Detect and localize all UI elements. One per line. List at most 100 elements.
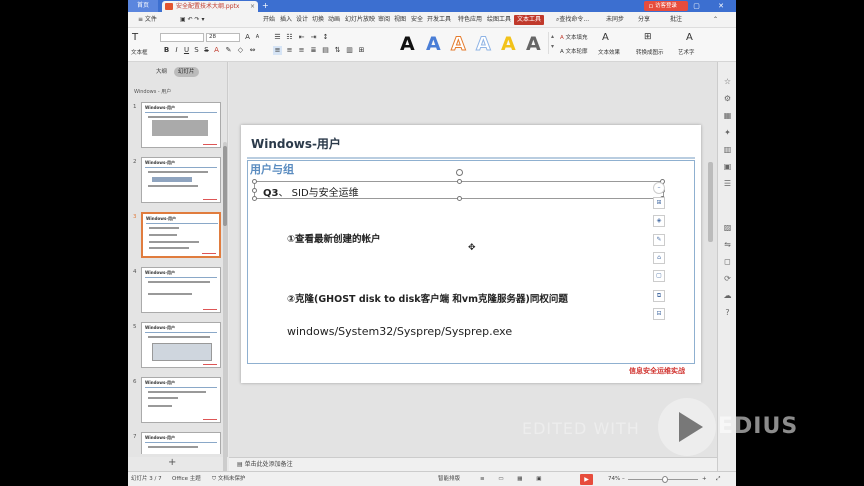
bullets-icon[interactable]: ☰ (273, 33, 282, 42)
wordart-button[interactable]: 艺术字 (678, 48, 695, 56)
underline-button[interactable]: U (182, 46, 191, 55)
menu-slideshow[interactable]: 幻灯片放映 (345, 12, 375, 28)
outline-section[interactable]: Windows - 用户 (134, 88, 171, 95)
menu-devtools[interactable]: 开发工具 (427, 12, 451, 28)
menu-text-tools[interactable]: 文本工具 (514, 15, 545, 25)
textbox-icon[interactable]: T (132, 32, 138, 43)
convert-diagram-button[interactable]: 转换成图示 (636, 48, 664, 56)
outline-icon[interactable]: ▢ (653, 270, 665, 282)
zoom-slider-knob[interactable] (662, 476, 668, 483)
menu-drawing-tools[interactable]: 绘图工具 (487, 12, 511, 28)
resize-handle[interactable] (457, 179, 462, 184)
content-placeholder[interactable]: 用户与组 Q3、 SID与安全运维 ①查看最新创建的帐户 ②克隆(GHOST d… (247, 160, 695, 364)
slide-thumbnail[interactable]: Windows-用户 (141, 267, 221, 313)
thumbnail-row-7[interactable]: 7 Windows-用户 (128, 432, 224, 454)
textbox-label[interactable]: 文本框 (131, 48, 148, 56)
slide-thumbnail[interactable]: Windows-用户 (141, 432, 221, 454)
menu-transition[interactable]: 切换 (312, 12, 324, 28)
new-tab-icon[interactable]: + (262, 0, 269, 12)
slide-3[interactable]: Windows-用户 用户与组 Q3、 SID与安全运维 ①查看最新创建的帐户 (241, 125, 701, 383)
body-line-2[interactable]: ②克隆(GHOST disk to disk客户端 和vm克隆服务器)同权问题 (287, 291, 568, 305)
view-mode-icons[interactable]: ≡ ▭ ▦ ▣ (480, 472, 547, 486)
text-effect-button[interactable]: 文本效果 (598, 48, 620, 56)
window-controls[interactable]: ▫ – ▢ ✕ (649, 0, 732, 12)
slideshow-play-button[interactable]: ▶ (580, 474, 593, 485)
animation-icon[interactable]: ✦ (722, 127, 733, 138)
file-menu[interactable]: ≡ 文件 (138, 12, 157, 28)
fill-bucket-icon[interactable]: ⌂ (653, 252, 665, 264)
rotate-handle[interactable] (456, 169, 463, 176)
italic-button[interactable]: I (172, 46, 181, 55)
canvas-scrollbar[interactable] (708, 162, 713, 242)
pen-icon[interactable]: ✎ (653, 234, 665, 246)
line-spacing-icon[interactable]: ↕ (321, 33, 330, 42)
text-wrap-icon[interactable]: ⊟ (653, 308, 665, 320)
collapse-toolbar-icon[interactable]: – (653, 182, 665, 194)
close-tab-icon[interactable]: × (250, 1, 255, 12)
increase-indent-icon[interactable]: ⇥ (309, 33, 318, 42)
help-icon[interactable]: ? (722, 307, 733, 318)
settings-icon[interactable]: ⚙ (722, 93, 733, 104)
search-command[interactable]: ⌕查找命令... (556, 12, 589, 28)
menu-security[interactable]: 安全 (411, 12, 423, 28)
menu-review[interactable]: 审阅 (378, 12, 390, 28)
document-protection[interactable]: ⛉ 文档未保护 (212, 472, 245, 486)
strike-button[interactable]: S (202, 46, 211, 55)
zoom-out-icon[interactable]: – (622, 472, 625, 486)
slide-title[interactable]: Windows-用户 (251, 135, 341, 152)
star-icon[interactable]: ☆ (722, 76, 733, 87)
ribbon-collapse-icon[interactable]: ⌃ (713, 12, 718, 28)
resize-handle[interactable] (252, 188, 257, 193)
text-fill-button[interactable]: A 文本填充 (560, 33, 588, 41)
quick-access-icons[interactable]: ▣ ↶ ↷ ▾ (180, 12, 204, 28)
slide-thumbnail[interactable]: Windows-用户 (141, 322, 221, 368)
tab-home[interactable]: 首页 (128, 0, 158, 12)
highlight-icon[interactable]: ✎ (224, 46, 233, 55)
font-color-icon[interactable]: A (212, 46, 221, 55)
clear-format-icon[interactable]: ◇ (236, 46, 245, 55)
font-name-select[interactable] (160, 33, 204, 42)
gallery-icon[interactable]: ▣ (722, 161, 733, 172)
slide-thumbnail-selected[interactable]: Windows-用户 (141, 212, 221, 258)
thumbnail-scrollbar[interactable] (223, 142, 227, 482)
wordart-style-gray[interactable]: A (526, 33, 541, 55)
thumbnail-row-6[interactable]: 6 Windows-用户 (128, 377, 224, 427)
arrange-icon[interactable]: ⧉ (653, 290, 665, 302)
text-effect-icon[interactable]: A (602, 32, 609, 43)
menu-features[interactable]: 特色应用 (458, 12, 482, 28)
body-line-1[interactable]: ①查看最新创建的帐户 (287, 231, 381, 245)
notes-pane[interactable]: ▤ 单击此处添加备注 (229, 457, 717, 471)
image-icon[interactable]: ▨ (722, 222, 733, 233)
add-slide-icon[interactable]: + (168, 457, 176, 468)
theme-name[interactable]: Office 主题 (172, 472, 201, 486)
tab-document[interactable]: 安全配置技术大纲.pptx × (162, 1, 258, 12)
comment-button[interactable]: 批注 (670, 12, 682, 28)
numbering-icon[interactable]: ☷ (285, 33, 294, 42)
chart-icon[interactable]: ▥ (722, 144, 733, 155)
slide-thumbnail[interactable]: Windows-用户 (141, 377, 221, 423)
text-direction-icon[interactable]: ⇅ (333, 46, 342, 55)
transition-icon[interactable]: ⇋ (722, 239, 733, 250)
grow-font-icon[interactable]: A (243, 33, 252, 42)
bold-button[interactable]: B (162, 46, 171, 55)
char-spacing-icon[interactable]: ⇔ (248, 46, 257, 55)
thumbnail-row-1[interactable]: 1 Windows-用户 (128, 102, 224, 152)
slide-thumbnail[interactable]: Windows-用户 (141, 157, 221, 203)
body-line-3[interactable]: windows/System32/Sysprep/Sysprep.exe (287, 325, 512, 338)
wordart-style-black[interactable]: A (400, 33, 415, 55)
layers-icon[interactable]: ◈ (653, 215, 665, 227)
menu-design[interactable]: 设计 (296, 12, 308, 28)
q3-heading[interactable]: Q3、 SID与安全运维 (263, 184, 359, 199)
wordart-style-blue[interactable]: A (426, 33, 441, 55)
text-outline-button[interactable]: A 文本轮廓 (560, 47, 588, 55)
shadow-text-icon[interactable]: S (192, 46, 201, 55)
shrink-font-icon[interactable]: A (253, 33, 262, 42)
thumbnail-row-4[interactable]: 4 Windows-用户 (128, 267, 224, 317)
tab-slides[interactable]: 幻灯片 (174, 67, 199, 77)
menu-view[interactable]: 视图 (394, 12, 406, 28)
selected-textbox[interactable]: Q3、 SID与安全运维 (252, 169, 665, 201)
wordart-style-yellow[interactable]: A (501, 33, 516, 55)
thumbnail-row-2[interactable]: 2 Windows-用户 (128, 157, 224, 207)
backup-icon[interactable]: ⟳ (722, 273, 733, 284)
menu-start[interactable]: 开始 (263, 12, 275, 28)
